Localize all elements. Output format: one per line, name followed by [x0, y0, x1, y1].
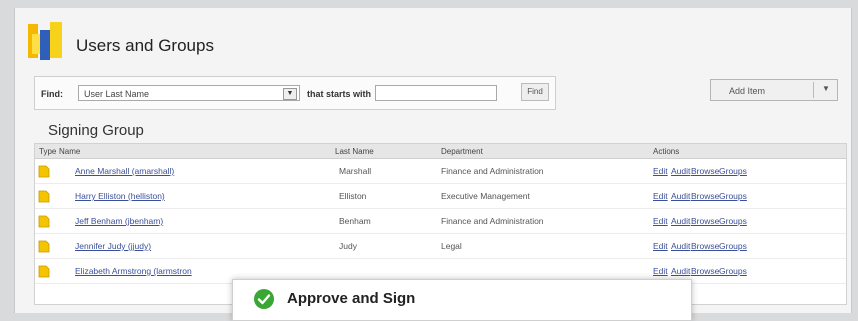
add-item-button[interactable]: Add Item ▼: [710, 79, 838, 101]
browse-link[interactable]: Browse: [691, 241, 719, 251]
edit-link[interactable]: Edit: [653, 241, 668, 251]
last-name-cell: Judy: [339, 241, 357, 251]
department-cell: Legal: [441, 241, 462, 251]
column-header-last-name[interactable]: Last Name: [335, 147, 374, 156]
groups-link[interactable]: Groups: [719, 166, 747, 176]
table-row: Jeff Benham (jbenham) Benham Finance and…: [35, 209, 846, 234]
table-row: Anne Marshall (amarshall) Marshall Finan…: [35, 159, 846, 184]
approve-sign-dialog: Approve and Sign: [232, 279, 692, 321]
groups-link[interactable]: Groups: [719, 266, 747, 276]
section-title: Signing Group: [48, 122, 144, 139]
chevron-down-icon[interactable]: ▼: [822, 84, 830, 93]
groups-link[interactable]: Groups: [719, 191, 747, 201]
audit-link[interactable]: Audit: [671, 191, 690, 201]
table-header: Type Name Last Name Department Actions: [35, 144, 846, 159]
column-header-department[interactable]: Department: [441, 147, 483, 156]
browse-link[interactable]: Browse: [691, 216, 719, 226]
find-field-value: User Last Name: [84, 89, 150, 99]
chevron-down-icon[interactable]: ▼: [283, 88, 297, 100]
table-row: Jennifer Judy (jjudy) Judy Legal Edit Au…: [35, 234, 846, 259]
user-name-link[interactable]: Jeff Benham (jbenham): [75, 216, 163, 226]
audit-link[interactable]: Audit: [671, 241, 690, 251]
last-name-cell: Elliston: [339, 191, 367, 201]
document-icon: [38, 240, 50, 253]
department-cell: Executive Management: [441, 191, 530, 201]
divider: [813, 82, 814, 98]
department-cell: Finance and Administration: [441, 166, 544, 176]
groups-link[interactable]: Groups: [719, 216, 747, 226]
browse-link[interactable]: Browse: [691, 166, 719, 176]
department-cell: Finance and Administration: [441, 216, 544, 226]
page-title: Users and Groups: [76, 36, 214, 55]
last-name-cell: Marshall: [339, 166, 372, 176]
browse-link[interactable]: Browse: [691, 191, 719, 201]
document-icon: [38, 215, 50, 228]
user-name-link[interactable]: Jennifer Judy (jjudy): [75, 241, 151, 251]
find-field-select[interactable]: User Last Name ▼: [78, 85, 300, 101]
find-bar: Find: User Last Name ▼ that starts with …: [34, 76, 556, 110]
user-name-link[interactable]: Harry Elliston (helliston): [75, 191, 165, 201]
users-groups-logo-icon: [28, 22, 62, 60]
last-name-cell: Benham: [339, 216, 371, 226]
document-icon: [38, 265, 50, 278]
audit-link[interactable]: Audit: [671, 166, 690, 176]
document-icon: [38, 165, 50, 178]
find-label: Find:: [41, 89, 63, 99]
column-header-name[interactable]: Name: [59, 147, 80, 156]
edit-link[interactable]: Edit: [653, 166, 668, 176]
table-row: Harry Elliston (helliston) Elliston Exec…: [35, 184, 846, 209]
document-icon: [38, 190, 50, 203]
audit-link[interactable]: Audit: [671, 266, 690, 276]
user-name-link[interactable]: Anne Marshall (amarshall): [75, 166, 174, 176]
edit-link[interactable]: Edit: [653, 191, 668, 201]
groups-link[interactable]: Groups: [719, 241, 747, 251]
audit-link[interactable]: Audit: [671, 216, 690, 226]
column-header-actions: Actions: [653, 147, 680, 156]
check-circle-icon: [254, 289, 274, 309]
browse-link[interactable]: Browse: [691, 266, 719, 276]
search-input[interactable]: [375, 85, 497, 101]
starts-with-label: that starts with: [307, 89, 372, 99]
user-name-link[interactable]: Elizabeth Armstrong (larmstron: [75, 266, 192, 276]
find-button[interactable]: Find: [521, 83, 549, 101]
column-header-type[interactable]: Type: [39, 147, 56, 156]
add-item-label: Add Item: [729, 86, 766, 96]
edit-link[interactable]: Edit: [653, 266, 668, 276]
edit-link[interactable]: Edit: [653, 216, 668, 226]
dialog-title: Approve and Sign: [287, 290, 416, 307]
